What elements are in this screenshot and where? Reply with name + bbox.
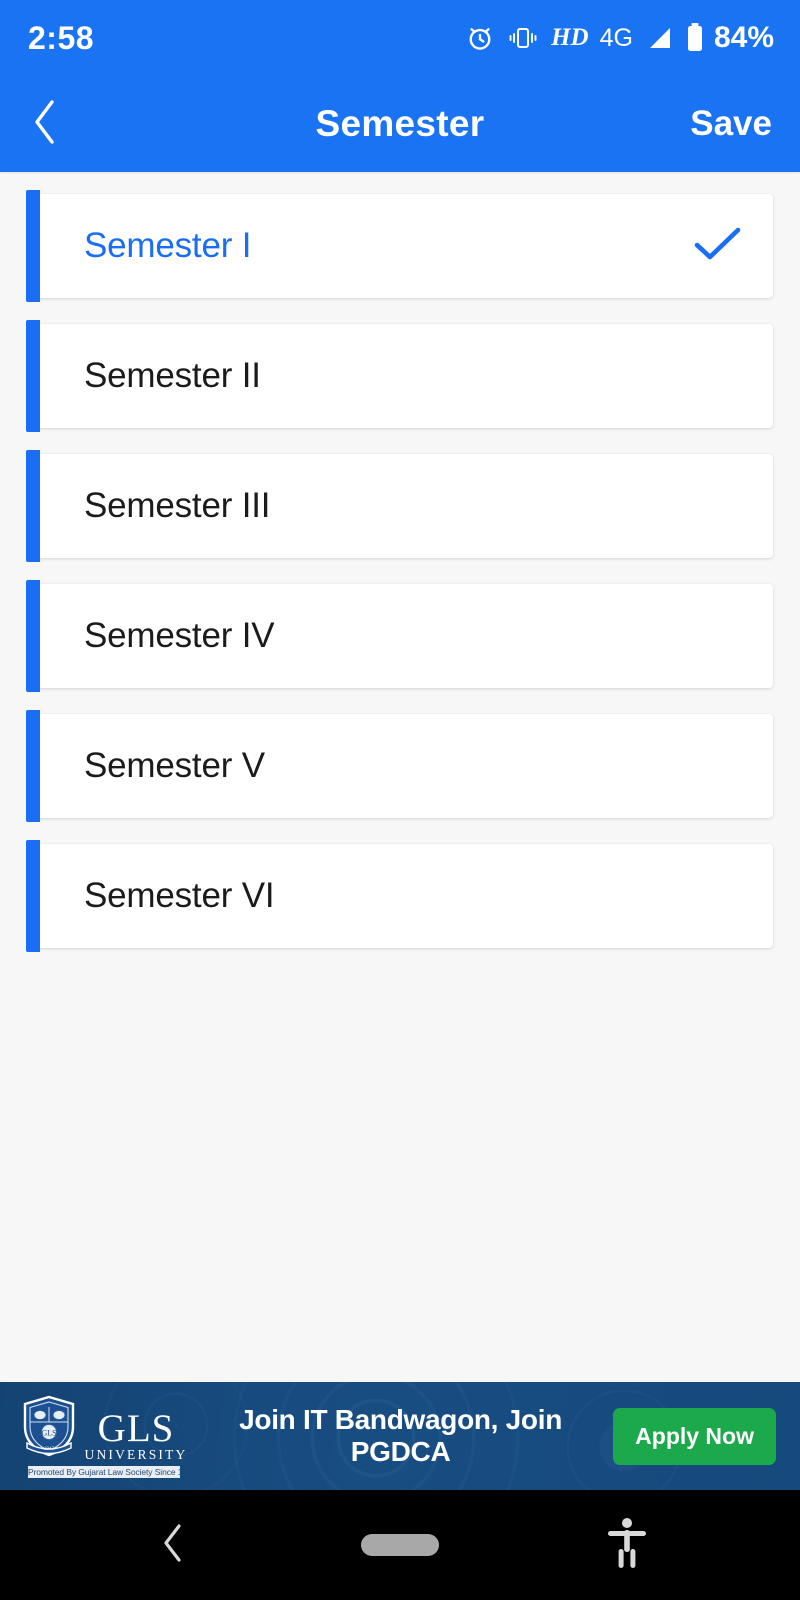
- semester-list-item[interactable]: Semester VI: [26, 840, 773, 952]
- semester-card[interactable]: Semester V: [36, 714, 773, 818]
- ad-banner[interactable]: GLS 1947 GLS UNIVERSITY Promoted By Guja…: [0, 1382, 800, 1490]
- status-time: 2:58: [28, 20, 95, 56]
- check-mark-icon: [691, 223, 745, 270]
- phone-screen: 2:58 HD 4G 84% Semester Save Semester I …: [0, 0, 800, 1600]
- selection-accent-bar: [26, 450, 40, 562]
- logo-initials: GLS: [97, 1406, 175, 1450]
- back-chevron-icon: [25, 94, 65, 155]
- status-bar: 2:58 HD 4G 84%: [0, 0, 800, 76]
- nav-back-icon: [157, 1520, 189, 1571]
- logo-promo-strip: Promoted By Gujarat Law Society Since 19…: [28, 1465, 180, 1478]
- shield-crest-icon: GLS 1947: [21, 1395, 77, 1462]
- semester-label: Semester VI: [84, 876, 275, 915]
- hd-label: HD: [551, 24, 589, 51]
- semester-card[interactable]: Semester II: [36, 324, 773, 428]
- nav-back-button[interactable]: [113, 1490, 233, 1600]
- battery-icon: [685, 22, 705, 54]
- alarm-clock-icon: [465, 23, 495, 53]
- selection-accent-bar: [26, 190, 40, 302]
- signal-bars-icon: [644, 24, 674, 52]
- semester-card[interactable]: Semester VI: [36, 844, 773, 948]
- selection-accent-bar: [26, 710, 40, 822]
- semester-list-item[interactable]: Semester I: [26, 190, 773, 302]
- apply-now-button[interactable]: Apply Now: [613, 1407, 776, 1465]
- selection-accent-bar: [26, 580, 40, 692]
- status-icons-group: HD 4G 84%: [465, 21, 774, 55]
- back-button[interactable]: [0, 76, 90, 172]
- gls-university-logo: GLS 1947 GLS UNIVERSITY Promoted By Guja…: [23, 1395, 185, 1478]
- semester-list-item[interactable]: Semester II: [26, 320, 773, 432]
- nav-home-pill-icon: [360, 1534, 439, 1556]
- network-type-label: 4G: [599, 23, 633, 52]
- semester-list-item[interactable]: Semester IV: [26, 580, 773, 692]
- semester-card[interactable]: Semester I: [36, 194, 773, 298]
- semester-label: Semester IV: [84, 616, 275, 655]
- semester-list-item[interactable]: Semester V: [26, 710, 773, 822]
- vibrate-icon: [506, 24, 540, 52]
- selection-accent-bar: [26, 840, 40, 952]
- semester-label: Semester V: [84, 746, 265, 785]
- save-button[interactable]: Save: [690, 104, 772, 144]
- logo-top-row: GLS 1947 GLS UNIVERSITY: [21, 1395, 188, 1462]
- nav-home-button[interactable]: [340, 1490, 460, 1600]
- selection-accent-bar: [26, 320, 40, 432]
- gls-wordmark: GLS UNIVERSITY: [84, 1406, 188, 1462]
- accessibility-icon: [606, 1516, 648, 1575]
- semester-list: Semester I Semester II Semester III Seme…: [0, 172, 800, 1382]
- logo-subtitle: UNIVERSITY: [84, 1447, 188, 1462]
- app-bar: Semester Save: [0, 76, 800, 172]
- accessibility-button[interactable]: [567, 1490, 687, 1600]
- battery-percent-label: 84%: [713, 21, 774, 54]
- page-title: Semester: [315, 103, 485, 144]
- ad-headline: Join IT Bandwagon, Join PGDCA: [239, 1404, 563, 1467]
- semester-list-item[interactable]: Semester III: [26, 450, 773, 562]
- semester-label: Semester II: [84, 356, 261, 395]
- semester-label: Semester I: [84, 226, 252, 265]
- system-nav-bar: [0, 1490, 800, 1600]
- semester-card[interactable]: Semester IV: [36, 584, 773, 688]
- semester-card[interactable]: Semester III: [36, 454, 773, 558]
- svg-text:1947: 1947: [44, 1447, 55, 1452]
- semester-label: Semester III: [84, 486, 271, 525]
- svg-text:GLS: GLS: [41, 1428, 56, 1437]
